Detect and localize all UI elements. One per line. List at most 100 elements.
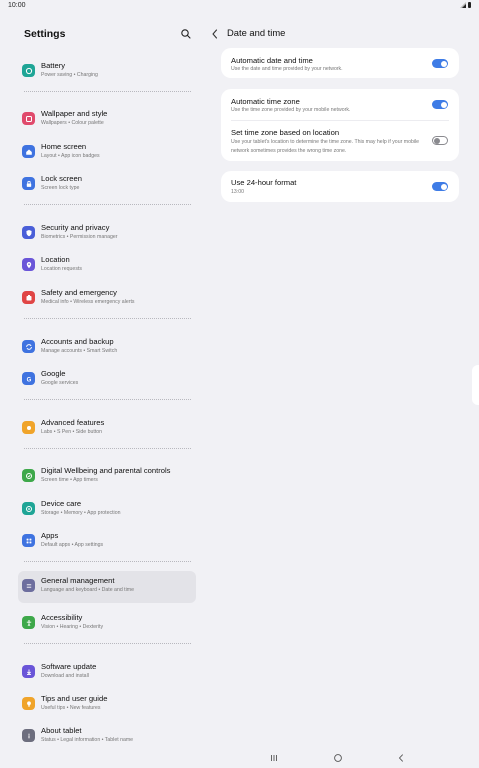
settings-item-device-care[interactable]: Device care Storage • Memory • App prote… [18,494,196,526]
device-care-icon [22,502,35,515]
settings-card: Automatic date and time Use the date and… [221,48,459,78]
row-time-zone-location[interactable]: Set time zone based on location Use your… [221,121,459,161]
palette-icon [22,112,35,125]
row-title: Set time zone based on location [231,128,340,137]
settings-list-pane: Settings Battery Power saving • Charging… [0,12,205,752]
battery-status-icon [468,2,471,8]
row-subtitle: Use your tablet's location to determine … [231,139,420,154]
home-button[interactable] [332,752,344,764]
toggle-knob [434,137,440,144]
settings-title: Settings [24,28,66,40]
settings-item-lock-screen[interactable]: Lock screen Screen lock type [18,169,196,201]
settings-item-digital-wellbeing[interactable]: Digital Wellbeing and parental controls … [18,461,196,493]
home-circle-icon [334,754,342,762]
settings-item-software-update[interactable]: Software update Download and install [18,657,196,689]
back-chevron-icon [398,754,403,762]
google-icon: G [22,372,35,385]
settings-item-subtitle: Screen time • App timers [41,477,98,483]
toggle-knob [440,183,447,190]
settings-item-apps[interactable]: Apps Default apps • App settings [18,526,196,558]
settings-item-subtitle: Google services [41,380,79,386]
settings-item-title: Tips and user guide [41,694,108,703]
search-button[interactable] [180,27,192,39]
settings-item-subtitle: Medical info • Wireless emergency alerts [41,299,135,305]
settings-item-advanced[interactable]: Advanced features Labs • S Pen • Side bu… [18,413,196,445]
settings-item-tips[interactable]: Tips and user guide Useful tips • New fe… [18,689,196,721]
settings-item-subtitle: Biometrics • Permission manager [41,234,118,240]
settings-item-security[interactable]: Security and privacy Biometrics • Permis… [18,218,196,250]
automatic-time-zone-toggle[interactable] [432,100,448,109]
edge-panel-handle[interactable] [472,365,479,405]
settings-item-subtitle: Download and install [41,673,89,679]
row-automatic-date-time[interactable]: Automatic date and time Use the date and… [221,48,459,78]
page-title: Date and time [227,27,286,38]
settings-item-general-management[interactable]: General management Language and keyboard… [18,571,196,603]
toggle-knob [440,101,447,108]
search-icon [181,29,191,39]
settings-item-title: Google [41,369,66,378]
settings-item-subtitle: Screen lock type [41,185,80,191]
settings-item-title: Software update [41,662,97,671]
settings-item-subtitle: Manage accounts • Smart Switch [41,348,118,354]
divider [24,318,191,319]
recent-apps-button[interactable] [268,752,280,764]
apps-grid-icon [22,534,35,547]
settings-item-location[interactable]: Location Location requests [18,250,196,282]
shield-icon [22,226,35,239]
settings-item-home-screen[interactable]: Home screen Layout • App icon badges [18,137,196,169]
svg-text:G: G [26,377,31,383]
emergency-icon [22,291,35,304]
settings-item-subtitle: Location requests [41,266,82,272]
navigation-bar [0,748,479,768]
settings-item-subtitle: Useful tips • New features [41,705,101,711]
settings-item-subtitle: Wallpapers • Colour palette [41,120,104,126]
back-nav-button[interactable] [395,752,407,764]
status-time: 10:00 [8,2,26,9]
bulb-icon [22,697,35,710]
settings-item-title: Lock screen [41,174,82,183]
settings-item-subtitle: Default apps • App settings [41,542,104,548]
settings-item-subtitle: Storage • Memory • App protection [41,510,121,516]
settings-item-title: Home screen [41,142,87,151]
settings-item-wallpaper[interactable]: Wallpaper and style Wallpapers • Colour … [18,104,196,136]
row-title: Automatic date and time [231,56,313,65]
back-button[interactable] [210,27,220,39]
settings-item-title: Device care [41,499,82,508]
automatic-date-time-toggle[interactable] [432,59,448,68]
status-icons [460,2,471,8]
status-bar: 10:00 [0,0,479,12]
settings-item-google[interactable]: G Google Google services [18,364,196,396]
chevron-left-icon [212,29,218,39]
divider [24,399,191,400]
star-gear-icon [22,421,35,434]
settings-item-title: Safety and emergency [41,288,117,297]
settings-item-title: Battery [41,61,66,70]
settings-item-safety[interactable]: Safety and emergency Medical info • Wire… [18,283,196,315]
recent-apps-icon [271,755,277,761]
row-subtitle: Use the time zone provided by your mobil… [231,107,351,113]
row-24-hour-format[interactable]: Use 24-hour format 13:00 [221,171,459,202]
settings-item-battery[interactable]: Battery Power saving • Charging [18,56,196,88]
settings-item-subtitle: Layout • App icon badges [41,153,100,159]
settings-item-title: Location [41,255,70,264]
settings-item-title: Advanced features [41,418,105,427]
time-zone-location-toggle[interactable] [432,136,448,145]
update-icon [22,665,35,678]
settings-item-accounts[interactable]: Accounts and backup Manage accounts • Sm… [18,332,196,364]
row-subtitle: 13:00 [231,189,244,195]
lock-icon [22,177,35,190]
settings-item-accessibility[interactable]: Accessibility Vision • Hearing • Dexteri… [18,608,196,640]
settings-item-title: Security and privacy [41,223,110,232]
settings-item-title: Wallpaper and style [41,109,108,118]
info-icon [22,729,35,742]
location-icon [22,258,35,271]
row-automatic-time-zone[interactable]: Automatic time zone Use the time zone pr… [221,89,459,120]
settings-card: Use 24-hour format 13:00 [221,171,459,202]
settings-item-title: Accounts and backup [41,337,114,346]
sync-icon [22,340,35,353]
24-hour-format-toggle[interactable] [432,182,448,191]
settings-item-subtitle: Power saving • Charging [41,72,98,78]
settings-item-title: Apps [41,531,59,540]
settings-item-title: General management [41,576,115,585]
sliders-icon [22,579,35,592]
